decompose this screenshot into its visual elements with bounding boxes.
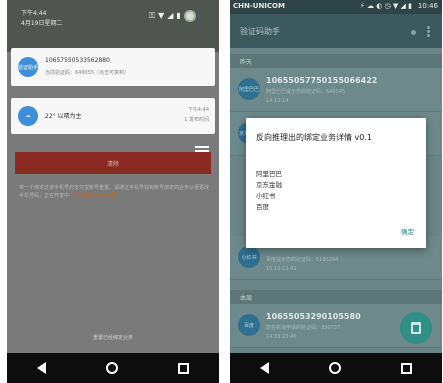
sender-icon: 百度 <box>238 314 260 336</box>
shade-time: 下午4:44 <box>21 10 47 17</box>
carrier-name: CHN-UNICOM <box>233 2 285 10</box>
weather-updated: 1 发布时间 <box>184 117 209 123</box>
list-item[interactable]: 阿里巴巴 10655057750155066422 阿里巴巴提示您的验证码：64… <box>230 68 442 112</box>
app-title: 验证码助手 <box>240 27 280 36</box>
shade-status-icons: ⚿ ▼ ◢ ▮ <box>149 10 196 22</box>
signal-icon: ◢ <box>167 11 174 20</box>
weather-title: 22° 以晴为主 <box>45 113 82 120</box>
message-time: 14:33:23:40 <box>266 334 297 340</box>
key-icon: ⚿ <box>149 11 156 20</box>
help-text: 将一个绑定过该手机号的支付宝账号重置，请通过手机号找到账号绑定的业务以便更改手机… <box>19 184 209 200</box>
message-text: 百度提示您的验证码：5186294 <box>266 257 339 263</box>
dialog-item: 阿里巴巴 <box>256 170 282 178</box>
sender-icon: 小红书 <box>238 246 260 268</box>
back-icon[interactable] <box>260 362 269 374</box>
cloud-icon: ☁ <box>18 106 38 126</box>
recents-icon[interactable] <box>178 362 189 374</box>
status-clock: 10:46 <box>417 2 438 10</box>
dialog-item: 百度 <box>256 203 269 211</box>
message-time: 15:10:13:41 <box>266 266 297 272</box>
binding-details-dialog: 反向推理出的绑定业务详情 v0.1 阿里巴巴 京东金融 小红书 百度 确定 <box>246 118 426 248</box>
recents-icon[interactable] <box>401 362 412 374</box>
overflow-menu-icon[interactable] <box>427 26 430 37</box>
status-icons: ⚡ ☁ ◐ ◷ ▼ ◢ ▮ <box>359 2 412 10</box>
dialog-ok-button[interactable]: 确定 <box>401 226 414 236</box>
sender-icon: 阿里巴巴 <box>238 78 260 100</box>
dialog-item: 小红书 <box>256 192 276 200</box>
sender-number: 10655057750155066422 <box>266 76 378 85</box>
delete-fab-button[interactable] <box>400 312 432 344</box>
help-link[interactable]: （了解如何开启查看） <box>71 193 121 199</box>
section-header-yesterday: 昨天 <box>230 54 442 68</box>
avatar-icon[interactable] <box>183 10 196 22</box>
battery-icon: ▮ <box>176 11 181 20</box>
shade-date: 4月19日星期二 <box>21 20 63 27</box>
app-toolbar: 验证码助手 <box>230 14 442 48</box>
home-icon[interactable] <box>106 362 118 374</box>
dialog-title: 反向推理出的绑定业务详情 v0.1 <box>256 133 372 142</box>
wifi-icon: ▼ <box>158 11 165 20</box>
section-header-earlier: 本周 <box>230 290 442 304</box>
notification-title: 10657550533562880 <box>45 57 110 64</box>
clear-button[interactable]: 清除 <box>15 152 211 174</box>
trash-icon <box>411 322 421 334</box>
sender-number: 10655053290105580 <box>266 312 361 321</box>
notification-subtitle: 当前验证码：649055（点击可复制） <box>45 70 130 76</box>
app-icon: 验证助手 <box>18 57 38 77</box>
back-icon[interactable] <box>37 362 46 374</box>
sms-code-notification[interactable]: 验证助手 10657550533562880 当前验证码：649055（点击可复… <box>11 48 215 86</box>
left-phone-screen: 下午4:44 4月19日星期二 ⚿ ▼ ◢ ▮ 验证助手 10657550533… <box>7 0 219 383</box>
right-phone-screen: CHN-UNICOM ⚡ ☁ ◐ ◷ ▼ ◢ ▮ 10:46 验证码助手 昨天 … <box>230 0 442 383</box>
notification-shade-header: 下午4:44 4月19日星期二 ⚿ ▼ ◢ ▮ <box>7 0 219 52</box>
status-bar: CHN-UNICOM ⚡ ☁ ◐ ◷ ▼ ◢ ▮ 10:46 <box>230 0 442 14</box>
home-icon[interactable] <box>329 362 341 374</box>
dialog-item: 京东金融 <box>256 181 282 189</box>
reset-binding-text[interactable]: 重置已经绑定业务 <box>7 334 219 341</box>
message-text: 阿里巴巴提示您的验证码：649345 <box>266 89 346 95</box>
message-text: 您在新浪申请的验证码：390737 <box>266 325 341 331</box>
weather-notification[interactable]: ☁ 22° 以晴为主 下午4:44 1 发布时间 <box>11 98 215 134</box>
navigation-bar <box>7 353 219 383</box>
message-time: 14:12:14 <box>266 98 289 104</box>
indicator-dot-icon <box>411 30 416 35</box>
weather-time: 下午4:44 <box>187 107 209 113</box>
navigation-bar <box>230 353 442 383</box>
